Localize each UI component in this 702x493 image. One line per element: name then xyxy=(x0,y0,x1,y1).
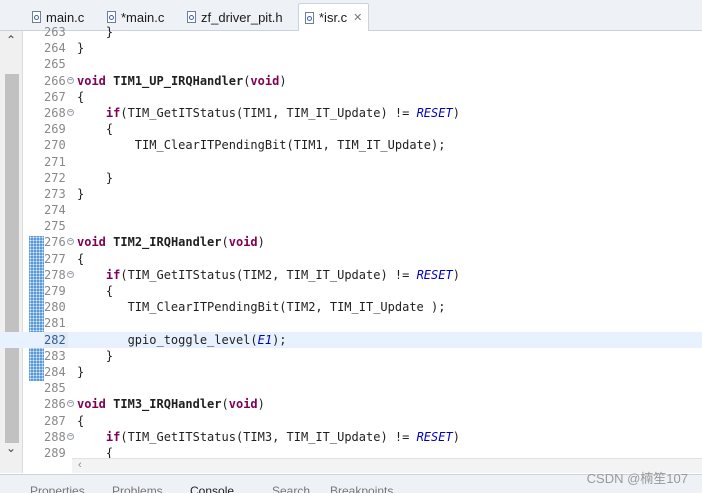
line-number: 275 xyxy=(44,219,66,234)
line-number: 271 xyxy=(44,154,66,169)
line-number: 281 xyxy=(44,316,66,331)
code-line[interactable]: 286− void TIM3_IRQHandler(void) xyxy=(0,396,702,412)
code-line[interactable]: 277 { xyxy=(0,251,702,267)
code-text: if(TIM_GetITStatus(TIM1, TIM_IT_Update) … xyxy=(105,105,460,120)
code-text: } xyxy=(77,25,114,39)
code-line[interactable]: 288− if(TIM_GetITStatus(TIM3, TIM_IT_Upd… xyxy=(0,429,702,445)
line-number: 264 xyxy=(44,41,66,56)
code-line[interactable]: 266− void TIM1_UP_IRQHandler(void) xyxy=(0,73,702,89)
code-line[interactable]: 287 { xyxy=(0,413,702,429)
code-line[interactable]: 279 { xyxy=(0,283,702,299)
line-number: 278 xyxy=(44,267,66,282)
code-text: TIM_ClearITPendingBit(TIM1, TIM_IT_Updat… xyxy=(77,138,446,153)
code-line[interactable]: 272 } xyxy=(0,170,702,186)
code-editor[interactable]: 263 } 264} 265 266− void TIM1_UP_IRQHandler(… xyxy=(0,24,702,461)
c-file-icon xyxy=(305,11,314,24)
code-text: } xyxy=(77,348,114,363)
line-number: 270 xyxy=(44,138,66,153)
code-text: TIM_ClearITPendingBit(TIM2, TIM_IT_Updat… xyxy=(77,300,446,315)
code-text: } xyxy=(77,170,114,185)
code-text: { xyxy=(77,122,114,137)
line-number: 265 xyxy=(44,57,66,72)
code-line[interactable]: 274 xyxy=(0,202,702,218)
line-number: 283 xyxy=(44,348,66,363)
code-line[interactable]: 263 } xyxy=(0,24,702,40)
code-line[interactable]: 270 TIM_ClearITPendingBit(TIM1, TIM_IT_U… xyxy=(0,137,702,153)
line-number: 266 xyxy=(44,73,66,88)
fold-toggle-icon[interactable]: − xyxy=(67,270,74,278)
code-text: } xyxy=(77,41,85,56)
line-number: 276 xyxy=(44,235,66,250)
code-text: } xyxy=(77,186,85,201)
line-number: 289 xyxy=(44,445,66,460)
code-line[interactable]: 285 xyxy=(0,380,702,396)
fold-toggle-icon[interactable]: − xyxy=(67,238,74,246)
tab-label: zf_driver_pit.h xyxy=(201,9,283,25)
code-text: gpio_toggle_level(E1); xyxy=(77,332,287,347)
code-line[interactable]: 271 xyxy=(0,154,702,170)
code-line[interactable]: 267 { xyxy=(0,89,702,105)
line-number: 284 xyxy=(44,364,66,379)
code-line[interactable]: 278− if(TIM_GetITStatus(TIM2, TIM_IT_Upd… xyxy=(0,267,702,283)
code-line[interactable]: 264} xyxy=(0,40,702,56)
line-number: 273 xyxy=(44,186,66,201)
code-line[interactable]: 282 gpio_toggle_level(E1); xyxy=(0,331,702,348)
line-number: 280 xyxy=(44,300,66,315)
line-number: 272 xyxy=(44,170,66,185)
watermark: CSDN @楠笙107 xyxy=(586,471,688,486)
code-text: void TIM2_IRQHandler(void) xyxy=(77,235,265,250)
code-line[interactable]: 269 { xyxy=(0,121,702,137)
line-number: 263 xyxy=(44,25,66,39)
line-number: 268 xyxy=(44,105,66,120)
code-text: } xyxy=(77,364,85,379)
code-line[interactable]: 268− if(TIM_GetITStatus(TIM1, TIM_IT_Upd… xyxy=(0,105,702,121)
code-line[interactable]: 276− void TIM2_IRQHandler(void) xyxy=(0,234,702,250)
fold-toggle-icon[interactable]: − xyxy=(67,76,74,84)
line-number: 279 xyxy=(44,284,66,298)
line-number: 269 xyxy=(44,122,66,137)
code-line[interactable]: 280 TIM_ClearITPendingBit(TIM2, TIM_IT_U… xyxy=(0,299,702,315)
fold-toggle-icon[interactable]: − xyxy=(67,108,74,116)
line-number: 287 xyxy=(44,413,66,428)
code-text: void TIM1_UP_IRQHandler(void) xyxy=(77,73,287,88)
line-number: 277 xyxy=(44,251,66,266)
tab-label: *isr.c xyxy=(319,10,348,25)
code-text: if(TIM_GetITStatus(TIM2, TIM_IT_Update) … xyxy=(105,267,460,282)
line-number: 286 xyxy=(44,397,66,412)
h-file-icon xyxy=(187,11,196,23)
tab-label: *main.c xyxy=(121,9,165,25)
code-text: { xyxy=(77,89,85,104)
code-text: { xyxy=(77,413,85,428)
c-file-icon xyxy=(32,11,41,23)
line-number: 288 xyxy=(44,429,66,444)
code-line[interactable]: 283 } xyxy=(0,348,702,364)
code-line[interactable]: 275 xyxy=(0,218,702,234)
line-number: 285 xyxy=(44,381,66,396)
code-line[interactable]: 273} xyxy=(0,186,702,202)
code-line[interactable]: 284} xyxy=(0,364,702,380)
tab-label: main.c xyxy=(46,9,85,25)
c-file-icon xyxy=(107,11,116,23)
close-icon[interactable]: ✕ xyxy=(353,11,362,24)
code-line[interactable]: 265 xyxy=(0,56,702,72)
code-line[interactable]: 281 xyxy=(0,315,702,331)
line-number: 267 xyxy=(44,89,66,104)
scroll-left-icon[interactable]: ‹ xyxy=(78,459,82,471)
line-number: 274 xyxy=(44,203,66,218)
code-text: { xyxy=(77,251,85,266)
code-text: if(TIM_GetITStatus(TIM3, TIM_IT_Update) … xyxy=(105,429,460,444)
fold-toggle-icon[interactable]: − xyxy=(67,400,74,408)
code-text: { xyxy=(77,284,114,298)
fold-toggle-icon[interactable]: − xyxy=(67,432,74,440)
line-number: 282 xyxy=(44,331,68,348)
code-text: void TIM3_IRQHandler(void) xyxy=(77,397,265,412)
